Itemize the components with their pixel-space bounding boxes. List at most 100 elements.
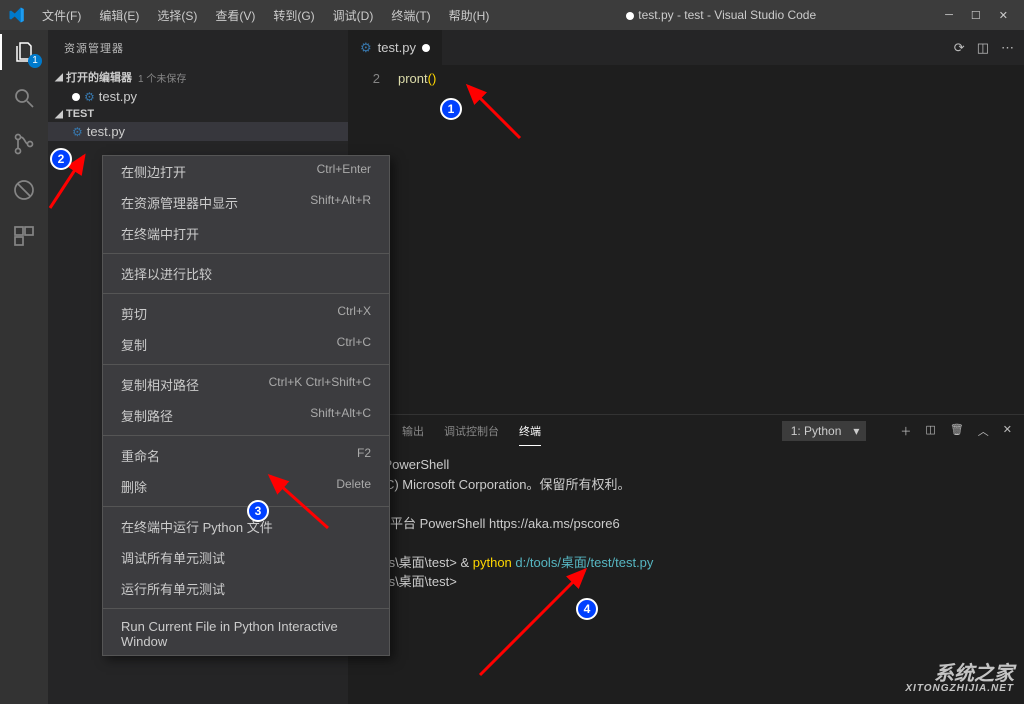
maximize-panel-icon[interactable]: ︿: [978, 423, 989, 439]
unsaved-dot-icon: [626, 12, 634, 20]
terminal-line: 有 (C) Microsoft Corporation。保留所有权利。: [364, 475, 1008, 495]
terminal-line: \tools\桌面\test>: [364, 572, 1008, 592]
context-menu-separator: [103, 293, 389, 294]
debug-icon: [12, 178, 36, 202]
context-menu-item[interactable]: Run Current File in Python Interactive W…: [103, 613, 389, 655]
modified-dot-icon: [72, 93, 80, 101]
context-menu-separator: [103, 608, 389, 609]
context-menu-separator: [103, 435, 389, 436]
chevron-down-icon: ◢: [52, 72, 66, 83]
file-tree-item[interactable]: ⚙ test.py: [48, 122, 348, 141]
activity-extensions[interactable]: [10, 222, 38, 250]
panel-tab-debug[interactable]: 调试控制台: [444, 417, 499, 445]
context-menu-label: 重命名: [121, 446, 160, 465]
terminal-line: ws PowerShell: [364, 455, 1008, 475]
editor-tabbar: ⚙ test.py ⟳ ◫ ⋯: [348, 30, 1024, 65]
activity-debug[interactable]: [10, 176, 38, 204]
annotation-marker-4: 4: [576, 598, 598, 620]
search-icon: [12, 86, 36, 110]
menu-select[interactable]: 选择(S): [149, 3, 205, 28]
activity-explorer[interactable]: 1: [10, 38, 38, 66]
close-button[interactable]: ✕: [999, 9, 1008, 22]
annotation-arrow: [258, 468, 338, 538]
code-line: pront(): [398, 65, 436, 414]
context-menu-label: 调试所有单元测试: [121, 548, 225, 567]
maximize-button[interactable]: ☐: [971, 9, 981, 22]
python-file-icon: ⚙: [360, 40, 372, 56]
file-context-menu: 在侧边打开Ctrl+Enter在资源管理器中显示Shift+Alt+R 在终端中打…: [102, 155, 390, 656]
annotation-arrow: [450, 78, 530, 148]
activity-bar: 1: [0, 30, 48, 704]
kill-terminal-icon[interactable]: 🗑: [950, 423, 964, 439]
context-menu-label: 选择以进行比较: [121, 264, 212, 283]
context-menu-item[interactable]: 在终端中运行 Python 文件: [103, 511, 389, 542]
menu-file[interactable]: 文件(F): [34, 3, 89, 28]
window-title: test.py - test - Visual Studio Code: [497, 8, 945, 22]
more-actions-icon[interactable]: ⋯: [1001, 40, 1014, 56]
menu-view[interactable]: 查看(V): [207, 3, 263, 28]
context-menu-item[interactable]: 复制相对路径Ctrl+K Ctrl+Shift+C: [103, 369, 389, 400]
context-menu-shortcut: Ctrl+K Ctrl+Shift+C: [269, 375, 371, 394]
context-menu-label: 剪切: [121, 304, 147, 323]
open-editor-item[interactable]: ⚙ test.py: [48, 87, 348, 106]
split-terminal-icon[interactable]: ◫: [925, 423, 935, 439]
menu-debug[interactable]: 调试(D): [325, 3, 382, 28]
activity-search[interactable]: [10, 84, 38, 112]
watermark: 系统之家 XITONGZHIJIA.NET: [905, 664, 1014, 694]
menu-goto[interactable]: 转到(G): [265, 3, 322, 28]
open-editors-section[interactable]: ◢ 打开的编辑器 1 个未保存: [48, 67, 348, 87]
context-menu-label: 在终端中运行 Python 文件: [121, 517, 273, 536]
context-menu-item[interactable]: 调试所有单元测试: [103, 542, 389, 573]
annotation-arrow: [470, 560, 600, 680]
context-menu-separator: [103, 253, 389, 254]
context-menu-item[interactable]: 复制Ctrl+C: [103, 329, 389, 360]
context-menu-item[interactable]: 在侧边打开Ctrl+Enter: [103, 156, 389, 187]
context-menu-item[interactable]: 运行所有单元测试: [103, 573, 389, 604]
context-menu-label: 复制路径: [121, 406, 173, 425]
python-file-icon: ⚙: [84, 90, 95, 104]
tab-label: test.py: [378, 40, 416, 55]
workspace-section[interactable]: ◢ TEST: [48, 106, 348, 122]
context-menu-shortcut: Ctrl+C: [337, 335, 371, 354]
context-menu-item[interactable]: 在资源管理器中显示Shift+Alt+R: [103, 187, 389, 218]
activity-scm[interactable]: [10, 130, 38, 158]
context-menu-item[interactable]: 在终端中打开: [103, 218, 389, 249]
context-menu-item[interactable]: 复制路径 Shift+Alt+C: [103, 400, 389, 431]
new-terminal-icon[interactable]: ＋: [900, 423, 911, 439]
menu-edit[interactable]: 编辑(E): [91, 3, 147, 28]
panel-tab-terminal[interactable]: 终端: [519, 417, 541, 446]
panel-tab-output[interactable]: 输出: [402, 417, 424, 445]
context-menu-label: 在终端中打开: [121, 224, 199, 243]
annotation-marker-2: 2: [50, 148, 72, 170]
menu-terminal[interactable]: 终端(T): [383, 3, 438, 28]
context-menu-shortcut: Shift+Alt+C: [310, 406, 371, 425]
extensions-icon: [12, 224, 36, 248]
split-editor-icon[interactable]: ◫: [977, 40, 989, 56]
context-menu-item[interactable]: 删除 Delete: [103, 471, 389, 502]
editor-tab[interactable]: ⚙ test.py: [348, 30, 443, 65]
context-menu-label: 删除: [121, 477, 147, 496]
python-file-icon: ⚙: [72, 125, 83, 139]
context-menu-shortcut: Shift+Alt+R: [310, 193, 371, 212]
window-controls: ─ ☐ ✕: [945, 9, 1016, 22]
terminal-line: \tools\桌面\test> & python d:/tools/桌面/tes…: [364, 553, 1008, 573]
compare-changes-icon[interactable]: ⟳: [954, 40, 965, 56]
close-panel-icon[interactable]: ✕: [1003, 423, 1012, 439]
title-bar: 文件(F) 编辑(E) 选择(S) 查看(V) 转到(G) 调试(D) 终端(T…: [0, 0, 1024, 30]
context-menu-item[interactable]: 重命名F2: [103, 440, 389, 471]
terminal-selector-dropdown[interactable]: 1: Python: [782, 421, 867, 441]
context-menu-item[interactable]: 剪切 Ctrl+X: [103, 298, 389, 329]
bottom-panel: 问题 输出 调试控制台 终端 1: Python ＋ ◫ 🗑 ︿ ✕ ws Po…: [348, 414, 1024, 704]
menu-help[interactable]: 帮助(H): [441, 3, 498, 28]
context-menu-item[interactable]: 选择以进行比较: [103, 258, 389, 289]
context-menu-label: 运行所有单元测试: [121, 579, 225, 598]
unsaved-count: 1 个未保存: [138, 70, 186, 85]
file-label: test.py: [87, 124, 125, 139]
context-menu-shortcut: Ctrl+Enter: [317, 162, 371, 181]
context-menu-shortcut: Delete: [336, 477, 371, 496]
minimize-button[interactable]: ─: [945, 9, 953, 22]
file-label: test.py: [99, 89, 137, 104]
annotation-marker-3: 3: [247, 500, 269, 522]
chevron-down-icon: ◢: [52, 109, 66, 120]
context-menu-shortcut: Ctrl+X: [337, 304, 371, 323]
